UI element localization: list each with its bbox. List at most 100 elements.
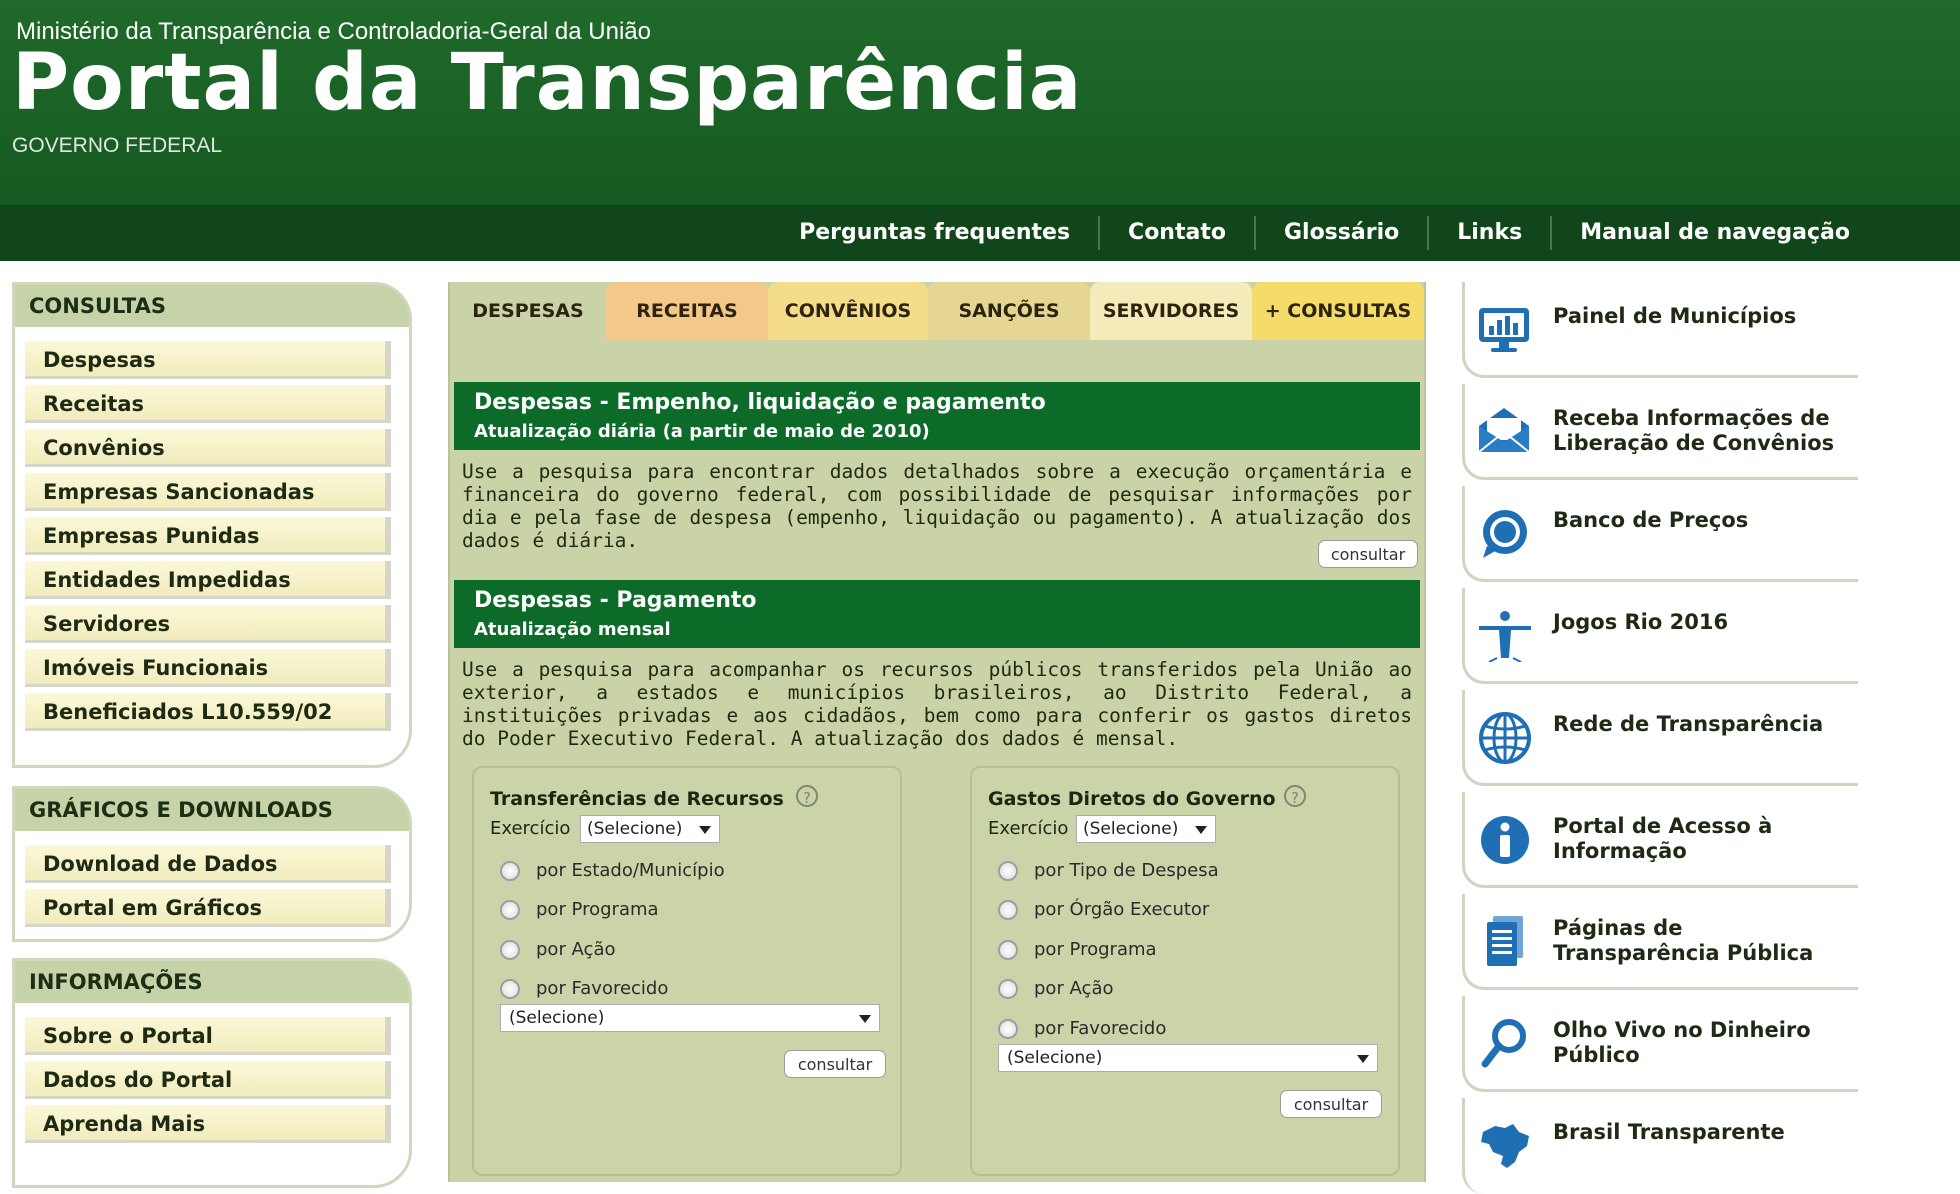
radio-acao[interactable]: por Ação xyxy=(998,978,1114,999)
panel-pagamento-header: Despesas - Pagamento Atualização mensal xyxy=(454,580,1420,648)
radio-label: por Estado/Município xyxy=(536,860,725,881)
site-subtitle: GOVERNO FEDERAL xyxy=(12,134,223,157)
radio-tipo-despesa[interactable]: por Tipo de Despesa xyxy=(998,860,1219,881)
link-painel-municipios[interactable]: Painel de Municípios xyxy=(1462,282,1858,378)
transferencias-box: Transferências de Recursos ? Exercício (… xyxy=(472,766,902,1176)
exercicio-select[interactable]: (Selecione) xyxy=(580,815,720,843)
radio-favorecido[interactable]: por Favorecido xyxy=(500,978,668,999)
radio-label: por Tipo de Despesa xyxy=(1034,860,1219,881)
link-jogos-rio[interactable]: Jogos Rio 2016 xyxy=(1462,588,1858,684)
radio-favorecido[interactable]: por Favorecido xyxy=(998,1018,1166,1039)
tab-receitas[interactable]: RECEITAS xyxy=(606,282,768,340)
panel-subtitle: Atualização diária (a partir de maio de … xyxy=(474,421,930,442)
nav-manual-link[interactable]: Manual de navegação xyxy=(1550,216,1850,250)
sidebar-item-dados-portal[interactable]: Dados do Portal xyxy=(25,1061,391,1099)
consultar-button[interactable]: consultar xyxy=(1318,540,1418,568)
panel-description: Use a pesquisa para acompanhar os recurs… xyxy=(462,658,1412,750)
radio-button[interactable] xyxy=(998,978,1018,999)
radio-orgao-executor[interactable]: por Órgão Executor xyxy=(998,899,1209,920)
radio-programa[interactable]: por Programa xyxy=(998,939,1157,960)
chevron-down-icon xyxy=(1195,826,1207,834)
link-label: Banco de Preços xyxy=(1553,508,1749,532)
gastos-box: Gastos Diretos do Governo ? Exercício (S… xyxy=(970,766,1400,1176)
help-icon[interactable]: ? xyxy=(796,785,818,807)
link-label: Painel de Municípios xyxy=(1553,304,1797,328)
site-header: Ministério da Transparência e Controlado… xyxy=(0,0,1960,205)
radio-button[interactable] xyxy=(998,1018,1018,1039)
box-title: Gastos Diretos do Governo xyxy=(988,788,1276,810)
link-acesso-informacao[interactable]: Portal de Acesso à Informação xyxy=(1462,792,1858,888)
sidebar-item-entidades-impedidas[interactable]: Entidades Impedidas xyxy=(25,561,391,599)
sidebar-item-download-dados[interactable]: Download de Dados xyxy=(25,845,391,883)
speech-bubble-icon xyxy=(1483,510,1527,558)
link-label: Brasil Transparente xyxy=(1553,1120,1785,1144)
sidebar-item-convenios[interactable]: Convênios xyxy=(25,429,391,467)
radio-estado-municipio[interactable]: por Estado/Município xyxy=(500,860,725,881)
radio-label: por Ação xyxy=(536,939,616,960)
select-value: (Selecione) xyxy=(1007,1048,1103,1068)
link-receba-informacoes[interactable]: Receba Informações de Liberação de Convê… xyxy=(1462,384,1858,480)
exercicio-label: Exercício xyxy=(490,818,571,839)
radio-button[interactable] xyxy=(998,899,1018,920)
nav-glossary-link[interactable]: Glossário xyxy=(1253,216,1427,250)
link-banco-precos[interactable]: Banco de Preços xyxy=(1462,486,1858,582)
panel-subtitle: Atualização mensal xyxy=(474,619,671,640)
monitor-chart-icon xyxy=(1479,308,1529,352)
consultar-button[interactable]: consultar xyxy=(1280,1090,1382,1118)
chevron-down-icon xyxy=(1357,1055,1369,1063)
panel-empenho-header: Despesas - Empenho, liquidação e pagamen… xyxy=(454,382,1420,450)
chevron-down-icon xyxy=(699,826,711,834)
radio-button[interactable] xyxy=(500,860,520,881)
sidebar-item-portal-graficos[interactable]: Portal em Gráficos xyxy=(25,889,391,927)
sidebar-item-despesas[interactable]: Despesas xyxy=(25,341,391,379)
magnifier-icon xyxy=(1481,1019,1526,1068)
radio-button[interactable] xyxy=(998,860,1018,881)
favorecido-select[interactable]: (Selecione) xyxy=(500,1004,880,1032)
radio-button[interactable] xyxy=(500,978,520,999)
radio-programa[interactable]: por Programa xyxy=(500,899,659,920)
consultar-button[interactable]: consultar xyxy=(784,1050,886,1078)
chevron-down-icon xyxy=(859,1015,871,1023)
link-rede-transparencia[interactable]: Rede de Transparência xyxy=(1462,690,1858,786)
sidebar-item-sobre-portal[interactable]: Sobre o Portal xyxy=(25,1017,391,1055)
sidebar-item-empresas-punidas[interactable]: Empresas Punidas xyxy=(25,517,391,555)
top-nav: Perguntas frequentes Contato Glossário L… xyxy=(0,205,1960,261)
help-icon[interactable]: ? xyxy=(1284,785,1306,807)
sidebar-item-aprenda-mais[interactable]: Aprenda Mais xyxy=(25,1105,391,1143)
link-label: Jogos Rio 2016 xyxy=(1553,610,1729,634)
panel-title: Despesas - Pagamento xyxy=(474,588,757,613)
radio-acao[interactable]: por Ação xyxy=(500,939,616,960)
sidebar-graficos: GRÁFICOS E DOWNLOADS Download de Dados P… xyxy=(12,786,412,942)
sidebar-item-empresas-sancionadas[interactable]: Empresas Sancionadas xyxy=(25,473,391,511)
sidebar-heading: INFORMAÇÕES xyxy=(15,961,409,1003)
select-value: (Selecione) xyxy=(509,1008,605,1028)
nav-links-link[interactable]: Links xyxy=(1427,216,1550,250)
tab-sancoes[interactable]: SANÇÕES xyxy=(928,282,1090,340)
tab-bar: DESPESAS RECEITAS CONVÊNIOS SANÇÕES SERV… xyxy=(450,282,1424,340)
tab-despesas[interactable]: DESPESAS xyxy=(450,282,606,340)
favorecido-select[interactable]: (Selecione) xyxy=(998,1044,1378,1072)
exercicio-label: Exercício xyxy=(988,818,1069,839)
select-value: (Selecione) xyxy=(1083,819,1179,839)
link-paginas-transparencia[interactable]: Páginas de Transparência Pública xyxy=(1462,894,1858,990)
sidebar-item-servidores[interactable]: Servidores xyxy=(25,605,391,643)
nav-contact-link[interactable]: Contato xyxy=(1098,216,1254,250)
sidebar-item-receitas[interactable]: Receitas xyxy=(25,385,391,423)
tab-servidores[interactable]: SERVIDORES xyxy=(1090,282,1252,340)
exercicio-select[interactable]: (Selecione) xyxy=(1076,815,1216,843)
site-title[interactable]: Portal da Transparência xyxy=(12,38,1082,128)
sidebar-informacoes: INFORMAÇÕES Sobre o Portal Dados do Port… xyxy=(12,958,412,1188)
sidebar-heading: CONSULTAS xyxy=(15,285,409,327)
link-brasil-transparente[interactable]: Brasil Transparente xyxy=(1462,1098,1858,1194)
sidebar-item-imoveis-funcionais[interactable]: Imóveis Funcionais xyxy=(25,649,391,687)
tab-convenios[interactable]: CONVÊNIOS xyxy=(768,282,928,340)
radio-button[interactable] xyxy=(500,939,520,960)
sidebar-item-beneficiados[interactable]: Beneficiados L10.559/02 xyxy=(25,693,391,731)
link-olho-vivo[interactable]: Olho Vivo no Dinheiro Público xyxy=(1462,996,1858,1092)
radio-button[interactable] xyxy=(998,939,1018,960)
radio-button[interactable] xyxy=(500,899,520,920)
radio-label: por Programa xyxy=(1034,939,1157,960)
tab-mais-consultas[interactable]: + CONSULTAS xyxy=(1252,282,1424,340)
radio-label: por Ação xyxy=(1034,978,1114,999)
nav-faq-link[interactable]: Perguntas frequentes xyxy=(771,216,1098,250)
